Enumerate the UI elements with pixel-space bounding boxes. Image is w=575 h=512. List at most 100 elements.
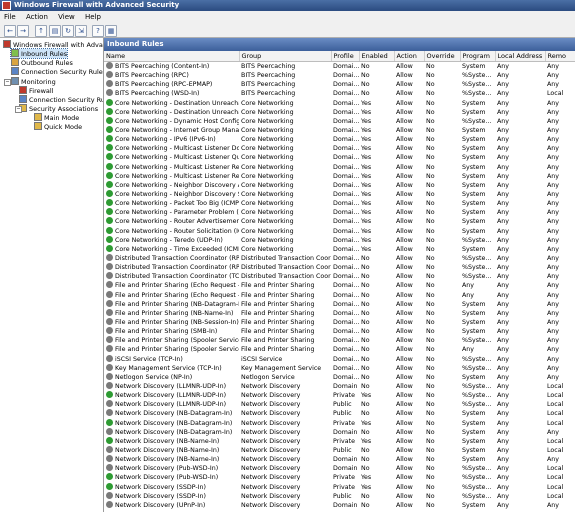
cell-override: No — [426, 72, 435, 80]
cell-group: Core Networking — [241, 117, 294, 125]
table-row[interactable]: File and Printer Sharing (NB-Datagram-In… — [104, 299, 575, 309]
table-row[interactable]: Core Networking - Destination Unreachabl… — [104, 107, 575, 117]
cell-remo: Local — [547, 437, 564, 445]
cell-name: Network Discovery (SSDP-In) — [104, 482, 239, 491]
table-row[interactable]: Network Discovery (SSDP-In) Network Disco… — [104, 482, 575, 491]
column-header-program[interactable]: Program — [460, 51, 496, 62]
table-row[interactable]: Distributed Transaction Coordinator (RPC… — [104, 254, 575, 263]
tree-item-quick-mode[interactable]: Quick Mode — [34, 122, 82, 131]
table-row[interactable]: BITS Peercaching (RPC) BITS Peercaching Do… — [104, 71, 575, 80]
cell-local-address: Any — [497, 492, 510, 500]
cell-program: System — [462, 245, 486, 253]
table-row[interactable]: Core Networking - Multicast Listener Que… — [104, 153, 575, 162]
table-row[interactable]: Core Networking - Time Exceeded (ICMPv6-… — [104, 244, 575, 254]
table-row[interactable]: Network Discovery (Pub-WSD-In) Network Di… — [104, 473, 575, 482]
tree-item-security-associations[interactable]: Security Associations — [19, 104, 98, 113]
column-header-group[interactable]: Group — [239, 51, 332, 62]
collapse-toggle[interactable]: − — [4, 79, 11, 86]
up-button[interactable]: ↑ — [35, 25, 47, 37]
forward-button[interactable]: → — [17, 25, 29, 37]
cell-enabled: No — [361, 63, 370, 71]
menu-help[interactable]: Help — [81, 11, 105, 23]
table-row[interactable]: Core Networking - Multicast Listener Rep… — [104, 162, 575, 172]
tree-item-firewall[interactable]: Firewall — [19, 86, 54, 95]
table-row[interactable]: iSCSI Service (TCP-In) iSCSI Service Domai… — [104, 354, 575, 364]
column-header-remo[interactable]: Remo — [545, 51, 575, 62]
table-row[interactable]: Key Management Service (TCP-In) Key Manag… — [104, 363, 575, 373]
cell-local-address: Any — [497, 355, 510, 363]
table-row[interactable]: Core Networking - IPv6 (IPv6-In) Core Net… — [104, 135, 575, 144]
column-header-enabled[interactable]: Enabled — [359, 51, 395, 62]
refresh-button[interactable]: ↻ — [62, 25, 74, 37]
rule-disabled-icon — [106, 254, 113, 262]
rule-disabled-icon — [106, 281, 113, 289]
table-row[interactable]: File and Printer Sharing (Echo Request -… — [104, 290, 575, 300]
table-row[interactable]: BITS Peercaching (WSD-In) BITS Peercachin… — [104, 89, 575, 98]
table-row[interactable]: Core Networking - Dynamic Host Configura… — [104, 116, 575, 126]
show-hide-tree-button[interactable]: ▤ — [49, 25, 61, 37]
table-row[interactable]: Network Discovery (NB-Datagram-In) Networ… — [104, 427, 575, 437]
menu-file[interactable]: File — [0, 11, 20, 23]
tree-item-inbound-rules[interactable]: Inbound Rules — [9, 48, 69, 59]
tree-item-connection-security-rules[interactable]: Connection Security Rules — [11, 67, 103, 76]
table-row[interactable]: Core Networking - Parameter Problem (ICM… — [104, 208, 575, 217]
table-row[interactable]: Network Discovery (NB-Name-In) Network Di… — [104, 455, 575, 464]
table-row[interactable]: Network Discovery (LLMNR-UDP-In) Network … — [104, 400, 575, 409]
table-row[interactable]: Core Networking - Destination Unreachabl… — [104, 98, 575, 108]
tree-item-connection-security-rules[interactable]: Connection Security Rules — [19, 95, 103, 104]
table-row[interactable]: Core Networking - Neighbor Discovery Adv… — [104, 180, 575, 190]
cell-name: Core Networking - Multicast Listener Rep… — [104, 171, 239, 181]
table-row[interactable]: File and Printer Sharing (Spooler Servic… — [104, 345, 575, 354]
cell-enabled: No — [361, 428, 370, 436]
column-header-action[interactable]: Action — [394, 51, 425, 62]
cell-action: Allow — [396, 282, 413, 290]
menu-view[interactable]: View — [54, 11, 79, 23]
table-row[interactable]: Network Discovery (SSDP-In) Network Disco… — [104, 491, 575, 501]
column-header-override[interactable]: Override — [424, 51, 461, 62]
tree-item-outbound-rules[interactable]: Outbound Rules — [11, 58, 73, 67]
table-row[interactable]: Distributed Transaction Coordinator (TCP… — [104, 272, 575, 281]
table-row[interactable]: Core Networking - Internet Group Managem… — [104, 126, 575, 135]
export-button[interactable]: ⇲ — [75, 25, 87, 37]
table-row[interactable]: Network Discovery (LLMNR-UDP-In) Network … — [104, 381, 575, 391]
cell-local-address: Any — [497, 108, 510, 116]
table-row[interactable]: Netlogon Service (NP-In) Netlogon Service… — [104, 372, 575, 382]
rule-disabled-icon — [106, 372, 113, 380]
rule-name: Core Networking - Teredo (UDP-In) — [115, 236, 223, 244]
table-row[interactable]: File and Printer Sharing (NB-Session-In)… — [104, 318, 575, 327]
collapse-toggle[interactable]: − — [15, 106, 22, 113]
properties-button[interactable]: ▦ — [105, 25, 117, 37]
table-row[interactable]: File and Printer Sharing (Echo Request -… — [104, 281, 575, 290]
table-row[interactable]: Core Networking - Neighbor Discovery Sol… — [104, 190, 575, 199]
tree-item-windows-firewall-with-advanced-s[interactable]: Windows Firewall with Advanced S — [3, 40, 103, 49]
table-row[interactable]: Network Discovery (UPnP-In) Network Disco… — [104, 500, 575, 510]
table-row[interactable]: File and Printer Sharing (SMB-In) File an… — [104, 327, 575, 336]
table-row[interactable]: Core Networking - Teredo (UDP-In) Core Ne… — [104, 235, 575, 245]
cell-remo: Any — [547, 227, 560, 235]
back-button[interactable]: ← — [4, 25, 16, 37]
table-row[interactable]: BITS Peercaching (RPC-EPMAP) BITS Peercac… — [104, 80, 575, 89]
table-row[interactable]: Distributed Transaction Coordinator (RPC… — [104, 263, 575, 272]
menu-action[interactable]: Action — [22, 11, 52, 23]
column-header-name[interactable]: Name — [104, 51, 240, 62]
table-row[interactable]: Network Discovery (NB-Datagram-In) Networ… — [104, 409, 575, 418]
table-row[interactable]: Core Networking - Multicast Listener Rep… — [104, 171, 575, 181]
table-row[interactable]: Core Networking - Router Advertisement (… — [104, 217, 575, 226]
table-row[interactable]: Network Discovery (LLMNR-UDP-In) Network … — [104, 391, 575, 400]
column-header-profile[interactable]: Profile — [331, 51, 360, 62]
cell-name: Core Networking - Parameter Problem (ICM… — [104, 208, 239, 217]
table-row[interactable]: Network Discovery (NB-Name-In) Network Di… — [104, 445, 575, 455]
table-row[interactable]: File and Printer Sharing (NB-Name-In) Fil… — [104, 308, 575, 318]
table-row[interactable]: Network Discovery (NB-Name-In) Network Di… — [104, 436, 575, 446]
help-button[interactable]: ? — [92, 25, 104, 37]
table-row[interactable]: BITS Peercaching (Content-In) BITS Peerca… — [104, 62, 575, 72]
table-row[interactable]: File and Printer Sharing (Spooler Servic… — [104, 336, 575, 345]
tree-item-monitoring[interactable]: Monitoring — [11, 77, 56, 86]
table-row[interactable]: Core Networking - Multicast Listener Don… — [104, 144, 575, 153]
table-row[interactable]: Network Discovery (NB-Datagram-In) Networ… — [104, 418, 575, 427]
table-row[interactable]: Network Discovery (Pub-WSD-In) Network Di… — [104, 464, 575, 473]
table-row[interactable]: Core Networking - Packet Too Big (ICMPv6… — [104, 199, 575, 208]
column-header-local-address[interactable]: Local Address — [495, 51, 546, 62]
tree-item-main-mode[interactable]: Main Mode — [34, 113, 79, 122]
table-row[interactable]: Core Networking - Router Solicitation (I… — [104, 226, 575, 236]
